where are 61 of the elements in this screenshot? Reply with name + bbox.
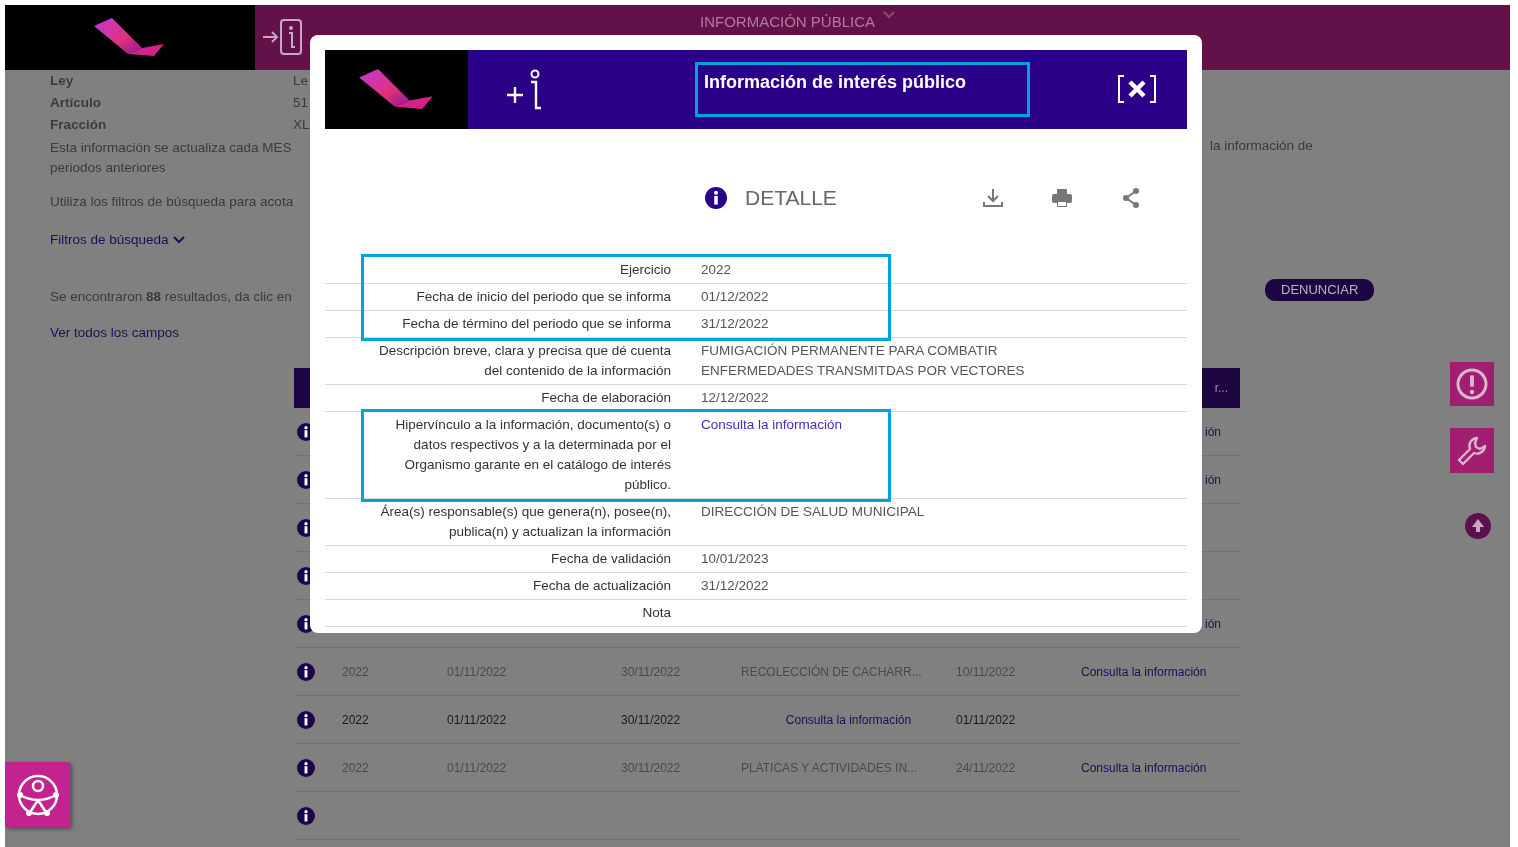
field-value: 51 (293, 94, 309, 112)
report-button[interactable]: DENUNCIAR (1265, 279, 1375, 301)
column-header: r... (1214, 380, 1228, 397)
hint-text: Utiliza los filtros de búsqueda para acota (50, 193, 295, 211)
ribbon-logo (94, 17, 166, 58)
field-value: 31/12/2022 (701, 315, 770, 333)
field-label: Fecha de término del periodo que se informa (401, 315, 671, 333)
table-link[interactable]: ión (1205, 472, 1221, 487)
field-value: 10/01/2023 (701, 550, 770, 568)
menu-link[interactable]: INFORMACIÓN PÚBLICA (700, 11, 875, 34)
field-value: 2022 (701, 261, 733, 279)
field-value: Le (293, 72, 309, 90)
table-cell-text: 01/11/2022 (956, 711, 1017, 729)
download-icon[interactable] (982, 187, 1004, 209)
table-link[interactable]: Consulta la información (741, 710, 956, 729)
field-label: Fecha de actualización (531, 577, 671, 595)
enter-info-icon[interactable] (261, 17, 305, 57)
dialog-title: Información de interés público (695, 62, 1030, 117)
field-label: Área(s) responsable(s) que genera(n), posee(n), publica(n) y actualizan la información (379, 503, 671, 541)
field-label: Fracción (50, 116, 108, 134)
share-icon[interactable] (1120, 187, 1142, 209)
notice-text: Esta información se actualiza cada MES (50, 139, 293, 157)
notice-text: la información de (1210, 137, 1314, 155)
notice-text: periodos anteriores (50, 159, 167, 177)
table-cell-text: 01/11/2022 (447, 711, 508, 729)
field-label: Hipervínculo a la información, documento(s) o datos respectivos y a la determinada por el Organismo garante en el catálogo de interés público. (394, 416, 671, 494)
info-icon[interactable] (297, 662, 315, 681)
alert-icon[interactable] (1455, 367, 1489, 401)
close-button[interactable] (1117, 74, 1157, 104)
all-fields-link[interactable]: Ver todos los campos (50, 322, 312, 343)
field-label: Fecha de elaboración (540, 389, 671, 407)
field-label: Ley (50, 72, 75, 90)
table-link[interactable]: ión (1205, 616, 1221, 631)
results-text: Se encontraron 88 resultados, da clic en (50, 287, 293, 306)
table-cell-text: 30/11/2022 (621, 711, 682, 729)
info-icon[interactable] (297, 710, 315, 729)
field-label: Nota (641, 604, 671, 622)
table-link[interactable]: Consulta la información (1081, 758, 1240, 777)
info-link[interactable]: Consulta la información (701, 415, 1187, 495)
field-value: XL (293, 116, 310, 134)
field-label: Fecha de inicio del periodo que se informa (415, 288, 671, 306)
filters-toggle[interactable]: Filtros de búsqueda (50, 230, 169, 251)
table-link[interactable]: ión (1205, 424, 1221, 439)
info-icon[interactable] (705, 187, 727, 209)
field-label: Descripción breve, clara y precisa que dé cuenta del contenido de la información (378, 342, 671, 380)
field-value: FUMIGACIÓN PERMANENTE PARA COMBATIR ENFERMEDADES TRANSMITDAS POR VECTORES (701, 342, 1026, 380)
info-icon[interactable] (297, 758, 315, 777)
field-label: Fecha de validación (549, 550, 671, 568)
field-value: 31/12/2022 (701, 577, 770, 595)
accessibility-button[interactable] (5, 762, 70, 827)
section-title: DETALLE (745, 185, 837, 212)
field-value: DIRECCIÓN DE SALUD MUNICIPAL (701, 503, 926, 521)
field-value: 01/12/2022 (701, 288, 770, 306)
table-cell-text: 2022 (342, 711, 370, 729)
info-icon[interactable] (297, 806, 315, 825)
chevron-down-icon[interactable] (172, 236, 185, 245)
table-link[interactable]: Consulta la información (1081, 662, 1240, 681)
field-value: 12/12/2022 (701, 389, 770, 407)
field-label: Ejercicio (619, 261, 671, 279)
field-label: Artículo (50, 94, 102, 112)
print-icon[interactable] (1051, 187, 1073, 209)
